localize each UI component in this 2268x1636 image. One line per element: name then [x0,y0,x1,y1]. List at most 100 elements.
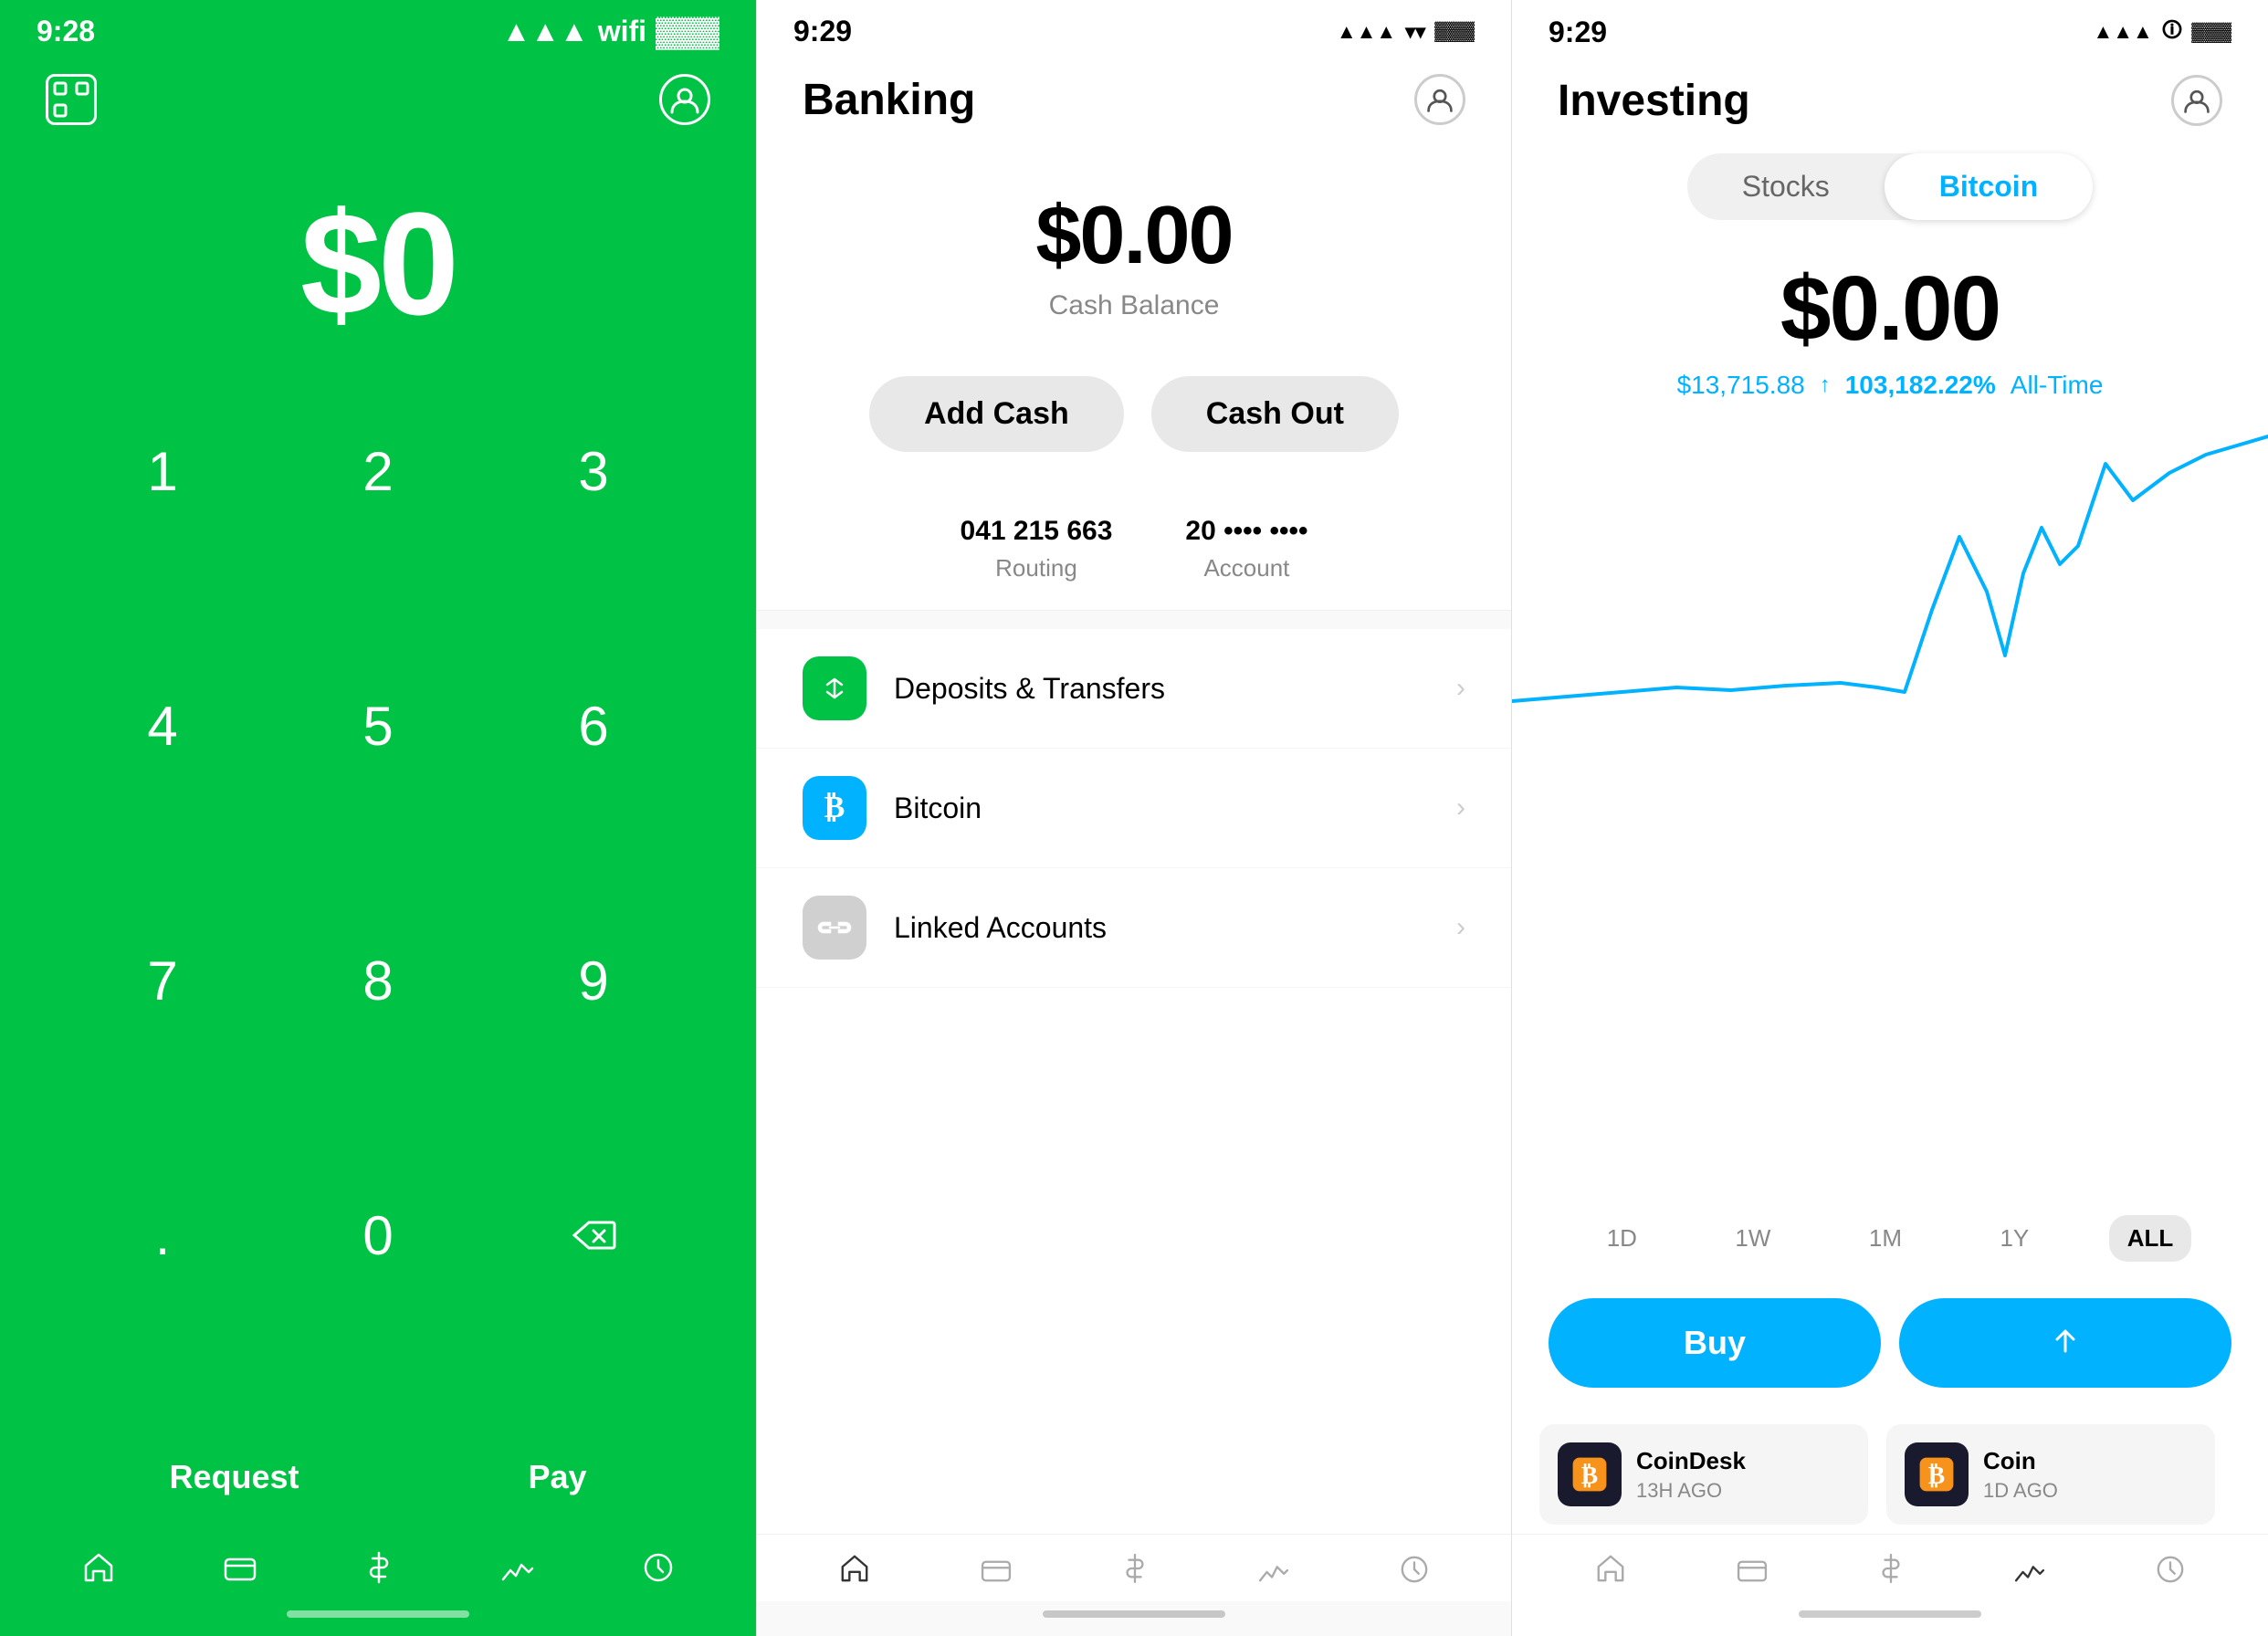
nav-dollar-2[interactable] [1122,1553,1148,1592]
battery-icon-1: ▓▓▓ [656,15,719,48]
svg-text:₿: ₿ [1581,1461,1598,1489]
signal-icon-2: ▲▲▲ [1337,20,1396,44]
key-dot[interactable]: . [55,1185,270,1285]
nav-card-2[interactable] [981,1554,1012,1592]
status-icons-2: ▲▲▲ ▾▾ ▓▓▓ [1337,20,1475,44]
list-item-bitcoin[interactable]: ₿ Bitcoin › [757,749,1511,868]
nav-card-1[interactable] [224,1553,257,1591]
status-icons-1: ▲▲▲ wifi ▓▓▓ [502,15,719,48]
key-3[interactable]: 3 [486,421,701,521]
key-backspace[interactable] [486,1185,701,1285]
key-8[interactable]: 8 [270,930,486,1031]
buy-label: Buy [1684,1324,1746,1362]
nav-home-1[interactable] [82,1551,115,1592]
stat-period: All-Time [2011,371,2104,400]
nav-card-3[interactable] [1737,1554,1768,1592]
deposits-label: Deposits & Transfers [894,672,1456,706]
time-range-row: 1D 1W 1M 1Y ALL [1512,1197,2268,1280]
bottom-nav-2 [757,1534,1511,1601]
time-2: 9:29 [793,15,852,48]
profile-button-3[interactable] [2171,75,2222,126]
invest-action-row: Buy [1512,1280,2268,1415]
battery-icon-2: ▓▓▓ [1434,21,1475,42]
coindesk-source: CoinDesk [1636,1447,1850,1475]
linked-icon [803,896,866,960]
routing-number: 041 215 663 [961,516,1113,547]
status-bar-3: 9:29 ▲▲▲ 🛈 ▓▓▓ [1512,0,2268,57]
nav-clock-3[interactable] [2156,1554,2185,1592]
stat-arrow-icon: ↑ [1820,372,1831,398]
status-bar-2: 9:29 ▲▲▲ ▾▾ ▓▓▓ [757,0,1511,56]
routing-field: 041 215 663 Routing [961,516,1113,582]
bottom-nav-1 [0,1533,756,1601]
numpad: 1 2 3 4 5 6 7 8 9 . 0 [0,421,756,1440]
coin-time: 1D AGO [1983,1479,2197,1503]
coin-source: Coin [1983,1447,2197,1475]
cash-balance-section: $0.00 Cash Balance [757,152,1511,349]
key-4[interactable]: 4 [55,676,270,776]
chevron-bitcoin: › [1456,792,1465,823]
list-item-linked[interactable]: Linked Accounts › [757,868,1511,988]
news-card-coindesk[interactable]: ₿ CoinDesk 13H AGO [1539,1424,1868,1525]
list-item-deposits[interactable]: Deposits & Transfers › [757,629,1511,749]
battery-icon-3: ▓▓▓ [2191,22,2231,43]
deposits-icon [803,656,866,720]
key-0[interactable]: 0 [270,1185,486,1285]
range-1m[interactable]: 1M [1851,1215,1920,1262]
nav-invest-3[interactable] [2014,1554,2045,1592]
wifi-icon-3: 🛈 [2162,15,2182,49]
account-info: 041 215 663 Routing 20 •••• •••• Account [757,488,1511,611]
range-1w[interactable]: 1W [1717,1215,1789,1262]
account-field: 20 •••• •••• Account [1185,516,1307,582]
nav-invest-1[interactable] [501,1553,534,1591]
send-button[interactable] [1899,1298,2231,1388]
signal-icon-1: ▲▲▲ [502,15,589,48]
pay-button[interactable]: Pay [528,1458,586,1496]
cash-balance-amount: $0.00 [757,189,1511,283]
chevron-deposits: › [1456,673,1465,704]
key-2[interactable]: 2 [270,421,486,521]
buy-button[interactable]: Buy [1549,1298,1881,1388]
wifi-icon-1: wifi [598,15,646,48]
add-cash-button[interactable]: Add Cash [869,376,1124,452]
tab-bitcoin[interactable]: Bitcoin [1885,153,2093,220]
tab-stocks[interactable]: Stocks [1687,153,1885,220]
coindesk-time: 13H AGO [1636,1479,1850,1503]
profile-button-1[interactable] [659,74,710,125]
scan-button[interactable] [46,74,97,125]
nav-dollar-3[interactable] [1878,1553,1904,1592]
home-indicator-1 [287,1610,469,1618]
investing-stats: $13,715.88 ↑ 103,182.22% All-Time [1512,371,2268,400]
time-3: 9:29 [1549,16,1607,49]
range-1y[interactable]: 1Y [1981,1215,2047,1262]
profile-button-2[interactable] [1414,74,1465,125]
status-icons-3: ▲▲▲ 🛈 ▓▓▓ [2093,15,2231,49]
key-7[interactable]: 7 [55,930,270,1031]
request-button[interactable]: Request [169,1458,299,1496]
nav-home-3[interactable] [1595,1553,1626,1592]
nav-home-2[interactable] [839,1553,870,1592]
nav-dollar-1[interactable] [365,1551,393,1592]
banking-title: Banking [803,75,975,125]
nav-invest-2[interactable] [1258,1554,1289,1592]
tabs-row: Stocks Bitcoin [1512,144,2268,238]
range-1d[interactable]: 1D [1589,1215,1655,1262]
investing-amount: $0.00 [1512,257,2268,362]
home-indicator-2 [1043,1610,1225,1618]
key-9[interactable]: 9 [486,930,701,1031]
key-5[interactable]: 5 [270,676,486,776]
banking-list: Deposits & Transfers › ₿ Bitcoin › Linke… [757,629,1511,1534]
bitcoin-chart [1512,409,2268,1197]
news-card-coin[interactable]: ₿ Coin 1D AGO [1886,1424,2215,1525]
investing-amount-section: $0.00 $13,715.88 ↑ 103,182.22% All-Time [1512,238,2268,409]
nav-clock-1[interactable] [643,1552,674,1591]
cash-out-button[interactable]: Cash Out [1151,376,1399,452]
key-6[interactable]: 6 [486,676,701,776]
coindesk-logo: ₿ [1558,1442,1622,1506]
key-1[interactable]: 1 [55,421,270,521]
nav-clock-2[interactable] [1400,1554,1429,1592]
screen-banking: 9:29 ▲▲▲ ▾▾ ▓▓▓ Banking $0.00 Cash Balan… [756,0,1512,1636]
action-row-1: Request Pay [0,1440,756,1533]
wifi-icon-2: ▾▾ [1405,20,1425,44]
range-all[interactable]: ALL [2109,1215,2192,1262]
